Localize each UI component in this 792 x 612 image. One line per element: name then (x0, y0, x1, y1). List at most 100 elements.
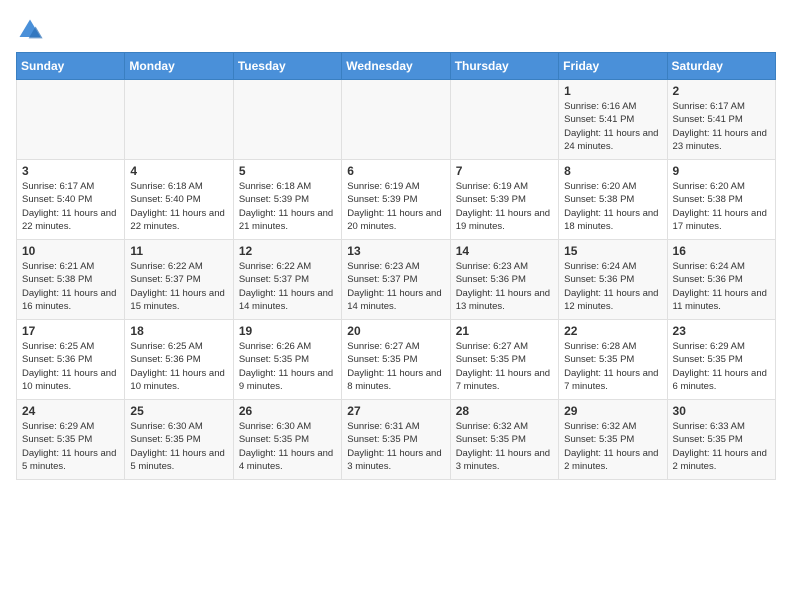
day-cell: 3 Sunrise: 6:17 AM Sunset: 5:40 PM Daylig… (17, 160, 125, 240)
day-cell: 14 Sunrise: 6:23 AM Sunset: 5:36 PM Dayli… (450, 240, 558, 320)
day-cell: 13 Sunrise: 6:23 AM Sunset: 5:37 PM Dayli… (342, 240, 450, 320)
day-cell: 30 Sunrise: 6:33 AM Sunset: 5:35 PM Dayli… (667, 400, 775, 480)
day-number: 11 (130, 244, 227, 258)
day-cell: 7Sunrise: 6:19 AM Sunset: 5:39 PM Daylig… (450, 160, 558, 240)
header-cell-saturday: Saturday (667, 53, 775, 80)
day-cell: 24 Sunrise: 6:29 AM Sunset: 5:35 PM Dayli… (17, 400, 125, 480)
day-number: 27 (347, 404, 444, 418)
logo (16, 16, 48, 44)
day-info: Sunrise: 6:25 AM Sunset: 5:36 PM Dayligh… (130, 340, 227, 393)
day-number: 18 (130, 324, 227, 338)
day-cell: 15 Sunrise: 6:24 AM Sunset: 5:36 PM Dayli… (559, 240, 667, 320)
day-number: 23 (673, 324, 770, 338)
day-number: 16 (673, 244, 770, 258)
logo-icon (16, 16, 44, 44)
day-number: 24 (22, 404, 119, 418)
week-row-5: 24 Sunrise: 6:29 AM Sunset: 5:35 PM Dayli… (17, 400, 776, 480)
day-info: Sunrise: 6:32 AM Sunset: 5:35 PM Dayligh… (564, 420, 661, 473)
day-number: 25 (130, 404, 227, 418)
day-cell: 11 Sunrise: 6:22 AM Sunset: 5:37 PM Dayli… (125, 240, 233, 320)
day-info: Sunrise: 6:24 AM Sunset: 5:36 PM Dayligh… (673, 260, 770, 313)
week-row-4: 17 Sunrise: 6:25 AM Sunset: 5:36 PM Dayli… (17, 320, 776, 400)
day-number: 30 (673, 404, 770, 418)
header-cell-tuesday: Tuesday (233, 53, 341, 80)
day-info: Sunrise: 6:24 AM Sunset: 5:36 PM Dayligh… (564, 260, 661, 313)
day-info: Sunrise: 6:18 AM Sunset: 5:39 PM Dayligh… (239, 180, 336, 233)
header-row: SundayMondayTuesdayWednesdayThursdayFrid… (17, 53, 776, 80)
day-number: 14 (456, 244, 553, 258)
day-cell: 25 Sunrise: 6:30 AM Sunset: 5:35 PM Dayli… (125, 400, 233, 480)
calendar-header: SundayMondayTuesdayWednesdayThursdayFrid… (17, 53, 776, 80)
day-number: 6 (347, 164, 444, 178)
day-cell (125, 80, 233, 160)
day-cell: 6 Sunrise: 6:19 AM Sunset: 5:39 PM Daylig… (342, 160, 450, 240)
day-number: 20 (347, 324, 444, 338)
day-info: Sunrise: 6:16 AM Sunset: 5:41 PM Dayligh… (564, 100, 661, 153)
day-cell: 23Sunrise: 6:29 AM Sunset: 5:35 PM Dayli… (667, 320, 775, 400)
day-info: Sunrise: 6:22 AM Sunset: 5:37 PM Dayligh… (239, 260, 336, 313)
header (16, 16, 776, 44)
day-cell (233, 80, 341, 160)
day-info: Sunrise: 6:19 AM Sunset: 5:39 PM Dayligh… (347, 180, 444, 233)
day-cell: 10 Sunrise: 6:21 AM Sunset: 5:38 PM Dayli… (17, 240, 125, 320)
week-row-3: 10 Sunrise: 6:21 AM Sunset: 5:38 PM Dayli… (17, 240, 776, 320)
day-number: 29 (564, 404, 661, 418)
day-info: Sunrise: 6:25 AM Sunset: 5:36 PM Dayligh… (22, 340, 119, 393)
day-info: Sunrise: 6:18 AM Sunset: 5:40 PM Dayligh… (130, 180, 227, 233)
day-info: Sunrise: 6:29 AM Sunset: 5:35 PM Dayligh… (22, 420, 119, 473)
week-row-1: 1Sunrise: 6:16 AM Sunset: 5:41 PM Daylig… (17, 80, 776, 160)
day-number: 12 (239, 244, 336, 258)
day-info: Sunrise: 6:22 AM Sunset: 5:37 PM Dayligh… (130, 260, 227, 313)
day-cell: 1Sunrise: 6:16 AM Sunset: 5:41 PM Daylig… (559, 80, 667, 160)
day-info: Sunrise: 6:27 AM Sunset: 5:35 PM Dayligh… (347, 340, 444, 393)
day-cell: 21 Sunrise: 6:27 AM Sunset: 5:35 PM Dayli… (450, 320, 558, 400)
day-cell: 9 Sunrise: 6:20 AM Sunset: 5:38 PM Daylig… (667, 160, 775, 240)
day-number: 13 (347, 244, 444, 258)
day-info: Sunrise: 6:33 AM Sunset: 5:35 PM Dayligh… (673, 420, 770, 473)
day-number: 26 (239, 404, 336, 418)
day-info: Sunrise: 6:23 AM Sunset: 5:36 PM Dayligh… (456, 260, 553, 313)
day-cell: 20 Sunrise: 6:27 AM Sunset: 5:35 PM Dayli… (342, 320, 450, 400)
day-cell: 18 Sunrise: 6:25 AM Sunset: 5:36 PM Dayli… (125, 320, 233, 400)
day-info: Sunrise: 6:17 AM Sunset: 5:41 PM Dayligh… (673, 100, 770, 153)
day-number: 8 (564, 164, 661, 178)
header-cell-thursday: Thursday (450, 53, 558, 80)
calendar-table: SundayMondayTuesdayWednesdayThursdayFrid… (16, 52, 776, 480)
day-cell: 5Sunrise: 6:18 AM Sunset: 5:39 PM Daylig… (233, 160, 341, 240)
header-cell-sunday: Sunday (17, 53, 125, 80)
week-row-2: 3 Sunrise: 6:17 AM Sunset: 5:40 PM Daylig… (17, 160, 776, 240)
day-cell: 28Sunrise: 6:32 AM Sunset: 5:35 PM Dayli… (450, 400, 558, 480)
day-number: 10 (22, 244, 119, 258)
day-info: Sunrise: 6:17 AM Sunset: 5:40 PM Dayligh… (22, 180, 119, 233)
calendar-body: 1Sunrise: 6:16 AM Sunset: 5:41 PM Daylig… (17, 80, 776, 480)
day-info: Sunrise: 6:27 AM Sunset: 5:35 PM Dayligh… (456, 340, 553, 393)
day-cell (450, 80, 558, 160)
day-info: Sunrise: 6:30 AM Sunset: 5:35 PM Dayligh… (130, 420, 227, 473)
day-cell: 22Sunrise: 6:28 AM Sunset: 5:35 PM Dayli… (559, 320, 667, 400)
day-cell (342, 80, 450, 160)
day-cell (17, 80, 125, 160)
day-number: 22 (564, 324, 661, 338)
header-cell-friday: Friday (559, 53, 667, 80)
day-info: Sunrise: 6:23 AM Sunset: 5:37 PM Dayligh… (347, 260, 444, 313)
day-number: 17 (22, 324, 119, 338)
day-number: 3 (22, 164, 119, 178)
day-number: 21 (456, 324, 553, 338)
day-cell: 17 Sunrise: 6:25 AM Sunset: 5:36 PM Dayli… (17, 320, 125, 400)
day-number: 7 (456, 164, 553, 178)
day-cell: 16 Sunrise: 6:24 AM Sunset: 5:36 PM Dayli… (667, 240, 775, 320)
day-info: Sunrise: 6:32 AM Sunset: 5:35 PM Dayligh… (456, 420, 553, 473)
day-cell: 29 Sunrise: 6:32 AM Sunset: 5:35 PM Dayli… (559, 400, 667, 480)
day-number: 4 (130, 164, 227, 178)
day-info: Sunrise: 6:30 AM Sunset: 5:35 PM Dayligh… (239, 420, 336, 473)
day-number: 19 (239, 324, 336, 338)
day-info: Sunrise: 6:21 AM Sunset: 5:38 PM Dayligh… (22, 260, 119, 313)
day-number: 15 (564, 244, 661, 258)
day-info: Sunrise: 6:20 AM Sunset: 5:38 PM Dayligh… (564, 180, 661, 233)
day-cell: 19 Sunrise: 6:26 AM Sunset: 5:35 PM Dayli… (233, 320, 341, 400)
day-number: 9 (673, 164, 770, 178)
day-cell: 4 Sunrise: 6:18 AM Sunset: 5:40 PM Daylig… (125, 160, 233, 240)
day-info: Sunrise: 6:20 AM Sunset: 5:38 PM Dayligh… (673, 180, 770, 233)
day-info: Sunrise: 6:26 AM Sunset: 5:35 PM Dayligh… (239, 340, 336, 393)
header-cell-monday: Monday (125, 53, 233, 80)
